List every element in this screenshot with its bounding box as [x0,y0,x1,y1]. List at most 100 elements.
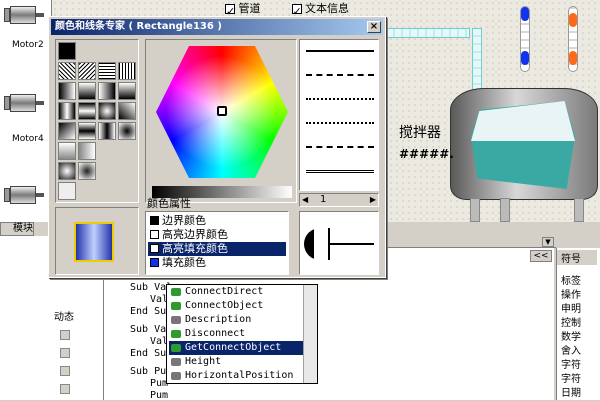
pipe[interactable] [386,28,470,38]
line-style-solid[interactable] [306,50,374,52]
fill-preview [55,207,139,275]
scroll-right-icon[interactable]: ▶ [370,195,376,204]
line-sample [328,243,374,245]
color-selection-marker [217,106,227,116]
color-box [150,230,159,239]
checkbox-pipe[interactable]: ✓ [225,4,235,18]
symbol-item[interactable]: 日期 [561,384,581,399]
row-button[interactable] [60,330,70,340]
motor-label: Motor2 [12,40,44,50]
checkbox-text-label: 文本信息 [305,2,349,15]
motor-palette: Motor2 Motor4 [0,0,52,222]
pattern-swatch[interactable] [58,102,76,120]
symbol-item[interactable]: 字符 [561,356,581,371]
motor-icon[interactable] [4,92,44,114]
motor-icon[interactable] [4,184,44,206]
pattern-swatch[interactable] [58,42,76,60]
symbol-item[interactable]: 舍入 [561,342,581,357]
pattern-swatch[interactable] [118,102,136,120]
autocomplete-item[interactable]: HorizontalPosition [169,369,303,383]
color-hexagon-panel [145,39,297,203]
autocomplete-item-selected[interactable]: GetConnectObject [169,341,303,355]
symbol-item[interactable]: 申明 [561,300,581,315]
row-button[interactable] [60,348,70,358]
autocomplete-scrollbar[interactable] [303,285,317,383]
autocomplete-item-label: GetConnectObject [185,342,282,353]
autocomplete-item[interactable]: Disconnect [169,327,303,341]
attribute-label: 高亮填充颜色 [162,242,228,255]
line-width-scrollbar[interactable]: ◀ 1 ▶ [299,193,379,207]
pattern-swatch[interactable] [78,62,96,80]
pattern-swatch[interactable] [98,82,116,100]
display-options: ✓ 管道 ✓ 文本信息 [225,0,349,18]
line-width-value: 1 [320,194,327,205]
pattern-swatch[interactable] [78,82,96,100]
value-display: #####. [399,147,454,161]
symbol-item[interactable]: 标签 [561,272,581,287]
row-button[interactable] [60,366,70,376]
pattern-swatch[interactable] [58,142,76,160]
pattern-swatch[interactable] [98,122,116,140]
collapse-button[interactable]: << [530,250,552,262]
color-box [150,258,159,267]
pattern-swatch[interactable] [78,162,96,180]
autocomplete-item[interactable]: ConnectDirect [169,285,303,299]
color-box [150,216,159,225]
line-style-dotted[interactable] [306,98,374,100]
color-attribute-label: 颜色属性 [147,197,191,210]
line-end-edge [328,228,330,260]
pattern-swatch[interactable] [58,162,76,180]
pattern-swatch[interactable] [78,142,96,160]
tab-module[interactable]: 模块 [0,222,34,236]
pattern-swatch[interactable] [118,122,136,140]
pattern-swatch[interactable] [98,102,116,120]
checkbox-text[interactable]: ✓ [291,4,302,18]
dialog-titlebar[interactable]: 颜色和线条专家 ( Rectangle136 ) × [51,19,383,35]
chevron-down-icon[interactable]: ▼ [542,237,554,247]
pattern-swatch[interactable] [58,62,76,80]
symbol-item[interactable]: 字符 [561,370,581,385]
autocomplete-item[interactable]: Description [169,313,303,327]
attribute-fill-color[interactable]: 填充颜色 [148,256,286,270]
pattern-swatch[interactable] [98,62,116,80]
agitator-label: 搅拌器 [399,125,441,141]
code-line: Pum [150,390,169,401]
picture-icon[interactable] [58,182,76,200]
scroll-left-icon[interactable]: ◀ [302,195,308,204]
level-indicator[interactable] [568,6,578,72]
tank-leg [574,198,584,222]
symbol-item[interactable]: 控制 [561,314,581,329]
row-button[interactable] [60,384,70,394]
line-end-preview[interactable] [299,211,379,275]
autocomplete-item-label: HorizontalPosition [185,370,294,381]
attribute-border-color[interactable]: 边界颜色 [148,214,286,228]
pattern-swatch[interactable] [118,62,136,80]
level-indicator[interactable] [520,6,530,72]
line-end-cap-fill [314,228,328,260]
close-button[interactable]: × [367,21,381,33]
color-line-dialog: 颜色和线条专家 ( Rectangle136 ) × ◀ 1 ▶ 颜色属性 边界… [48,16,386,278]
autocomplete-item-label: Disconnect [185,328,246,339]
mixing-tank[interactable] [450,88,598,200]
tank-surface [471,101,575,141]
pattern-swatch[interactable] [78,102,96,120]
property-icon [171,316,181,324]
motor-icon[interactable] [4,4,44,26]
pattern-swatch[interactable] [78,122,96,140]
tank-leg [500,198,510,222]
autocomplete-item[interactable]: Height [169,355,303,369]
autocomplete-list[interactable]: ConnectDirect ConnectObject Description … [166,284,318,384]
attribute-highlight-border[interactable]: 高亮边界颜色 [148,228,286,242]
pattern-swatch[interactable] [118,82,136,100]
autocomplete-item-label: Description [185,314,252,325]
symbol-item[interactable]: 数学 [561,328,581,343]
attribute-highlight-fill[interactable]: 高亮填充颜色 [148,242,286,256]
pattern-swatch[interactable] [58,122,76,140]
symbol-item[interactable]: 操作 [561,286,581,301]
line-style-double[interactable] [306,170,374,173]
line-style-dashdot[interactable] [306,122,374,124]
autocomplete-item[interactable]: ConnectObject [169,299,303,313]
line-style-dashed[interactable] [306,74,374,76]
line-style-dashdotdot[interactable] [306,146,374,148]
pattern-swatch[interactable] [58,82,76,100]
